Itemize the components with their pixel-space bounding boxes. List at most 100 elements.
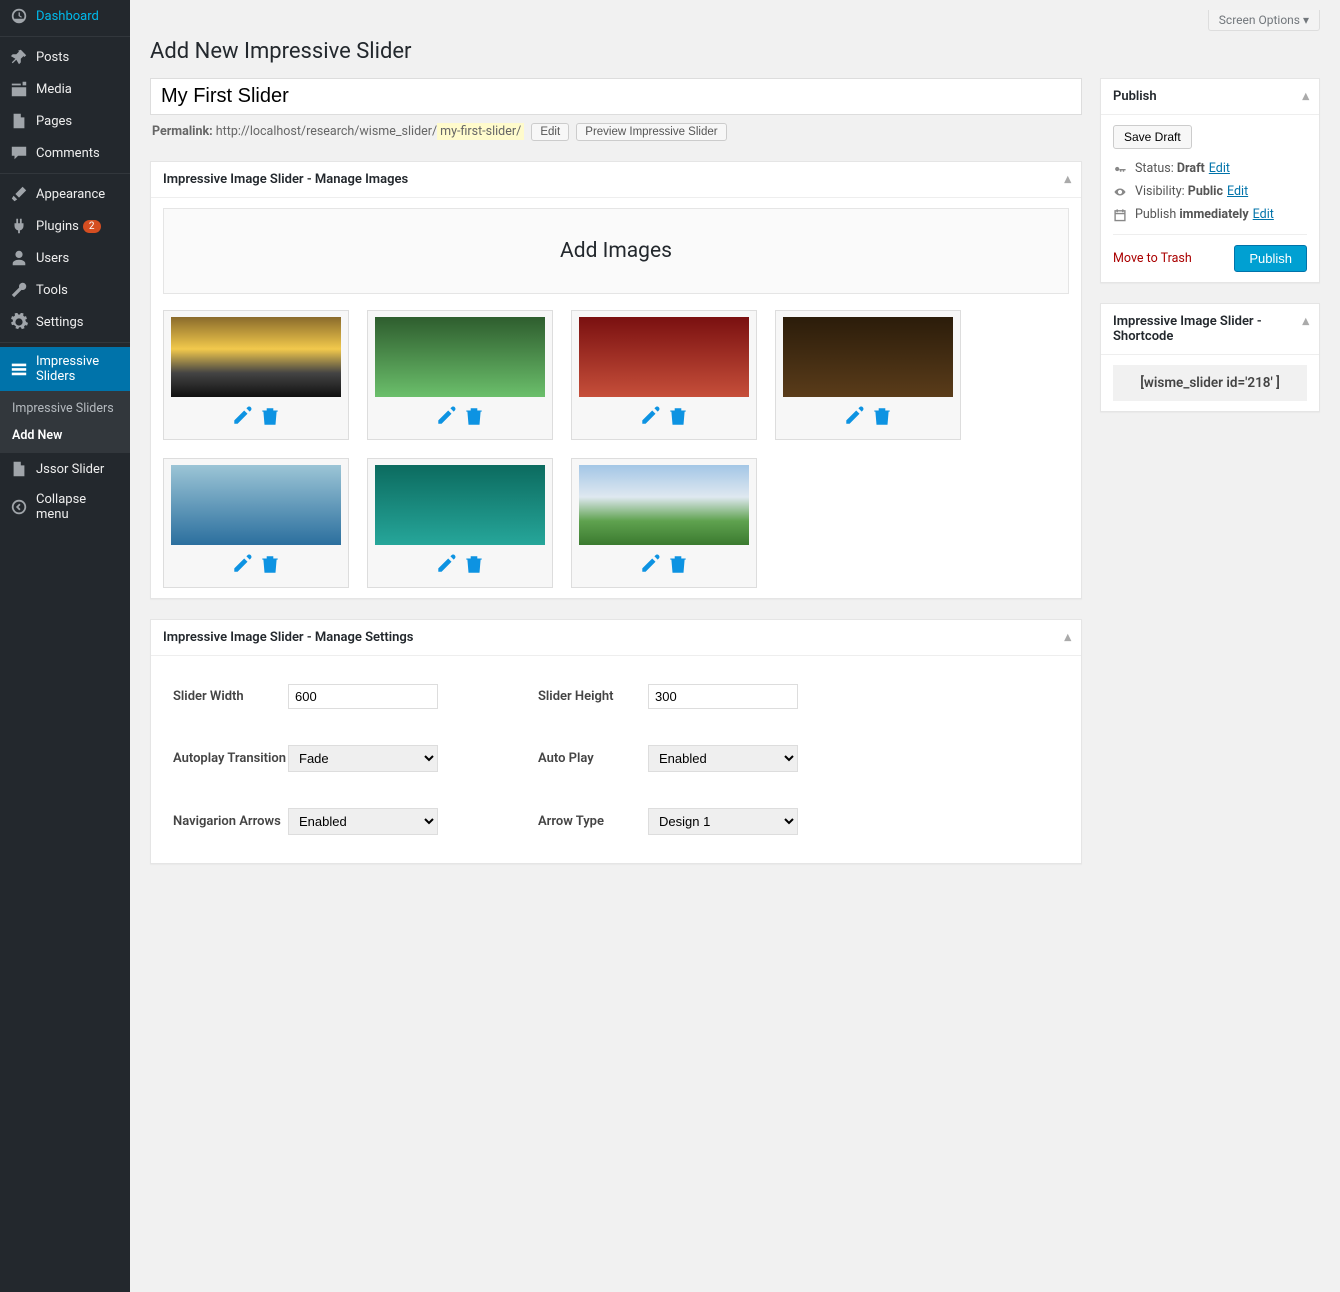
sidebar-item-plugins[interactable]: Plugins2 bbox=[0, 210, 130, 242]
calendar-icon bbox=[1113, 208, 1127, 222]
publish-box: Publish ▴ Save Draft Status: Draft Edit V… bbox=[1100, 78, 1320, 283]
publish-button[interactable]: Publish bbox=[1234, 245, 1307, 272]
thumbnail-grid bbox=[163, 310, 1069, 588]
page-title: Add New Impressive Slider bbox=[150, 31, 1320, 78]
delete-image-button[interactable] bbox=[259, 405, 281, 427]
visibility-row: Visibility: Public Edit bbox=[1113, 180, 1307, 203]
sliders-icon bbox=[10, 360, 28, 378]
eye-icon bbox=[1113, 185, 1127, 199]
arrow-type-select[interactable]: Design 1 bbox=[648, 808, 798, 835]
sidebar-item-posts[interactable]: Posts bbox=[0, 41, 130, 73]
sidebar-item-tools[interactable]: Tools bbox=[0, 274, 130, 306]
slider-title-input[interactable] bbox=[150, 78, 1082, 115]
shortcode-box-panel: Impressive Image Slider - Shortcode▴ [wi… bbox=[1100, 303, 1320, 412]
collapse-icon[interactable]: ▴ bbox=[1302, 89, 1309, 104]
thumbnail-card bbox=[367, 310, 553, 440]
page-icon bbox=[10, 112, 28, 130]
thumbnail-image bbox=[171, 465, 341, 545]
status-row: Status: Draft Edit bbox=[1113, 157, 1307, 180]
delete-image-button[interactable] bbox=[463, 553, 485, 575]
thumbnail-image bbox=[171, 317, 341, 397]
brush-icon bbox=[10, 185, 28, 203]
setting-label: Arrow Type bbox=[538, 814, 648, 829]
edit-image-button[interactable] bbox=[435, 553, 457, 575]
sidebar-item-impressive-sliders[interactable]: Impressive Sliders bbox=[0, 347, 130, 391]
collapse-icon bbox=[10, 498, 28, 516]
thumbnail-image bbox=[579, 465, 749, 545]
thumbnail-card bbox=[163, 310, 349, 440]
wrench-icon bbox=[10, 281, 28, 299]
permalink-edit-button[interactable]: Edit bbox=[531, 123, 569, 141]
collapse-icon[interactable]: ▴ bbox=[1302, 314, 1309, 329]
collapse-icon[interactable]: ▴ bbox=[1064, 630, 1071, 645]
user-icon bbox=[10, 249, 28, 267]
manage-images-box: Impressive Image Slider - Manage Images … bbox=[150, 161, 1082, 599]
sidebar-subitem-impressive-sliders[interactable]: Impressive Sliders bbox=[0, 395, 130, 422]
add-images-button[interactable]: Add Images bbox=[163, 208, 1069, 294]
key-icon bbox=[1113, 162, 1127, 176]
edit-image-button[interactable] bbox=[639, 405, 661, 427]
delete-image-button[interactable] bbox=[463, 405, 485, 427]
pin-icon bbox=[10, 48, 28, 66]
sidebar-item-media[interactable]: Media bbox=[0, 73, 130, 105]
collapse-icon[interactable]: ▴ bbox=[1064, 172, 1071, 187]
setting-label: Autoplay Transition bbox=[173, 751, 288, 766]
manage-settings-heading: Impressive Image Slider - Manage Setting… bbox=[151, 620, 1081, 656]
setting-label: Slider Width bbox=[173, 689, 288, 704]
plug-icon bbox=[10, 217, 28, 235]
sidebar-item-settings[interactable]: Settings bbox=[0, 306, 130, 338]
page-icon bbox=[10, 460, 28, 478]
schedule-row: Publish immediately Edit bbox=[1113, 203, 1307, 226]
edit-visibility-link[interactable]: Edit bbox=[1227, 184, 1248, 199]
dashboard-icon bbox=[10, 7, 28, 25]
autoplay-transition-select[interactable]: Fade bbox=[288, 745, 438, 772]
sidebar-item-appearance[interactable]: Appearance bbox=[0, 178, 130, 210]
delete-image-button[interactable] bbox=[667, 553, 689, 575]
thumbnail-image bbox=[579, 317, 749, 397]
edit-image-button[interactable] bbox=[843, 405, 865, 427]
thumbnail-card bbox=[571, 310, 757, 440]
auto-play-select[interactable]: Enabled bbox=[648, 745, 798, 772]
screen-options-toggle[interactable]: Screen Options bbox=[1208, 10, 1320, 31]
admin-sidebar: Dashboard PostsMediaPagesComments Appearan… bbox=[0, 0, 130, 1292]
trash-link[interactable]: Move to Trash bbox=[1113, 251, 1192, 266]
manage-images-heading: Impressive Image Slider - Manage Images … bbox=[151, 162, 1081, 198]
edit-image-button[interactable] bbox=[231, 405, 253, 427]
edit-schedule-link[interactable]: Edit bbox=[1253, 207, 1274, 222]
sidebar-item-dashboard[interactable]: Dashboard bbox=[0, 0, 130, 32]
navigarion-arrows-select[interactable]: Enabled bbox=[288, 808, 438, 835]
thumbnail-card bbox=[571, 458, 757, 588]
save-draft-button[interactable]: Save Draft bbox=[1113, 125, 1192, 149]
sidebar-item-collapse-menu[interactable]: Collapse menu bbox=[0, 485, 130, 529]
comment-icon bbox=[10, 144, 28, 162]
permalink-row: Permalink: http://localhost/research/wis… bbox=[150, 115, 1082, 161]
edit-image-button[interactable] bbox=[435, 405, 457, 427]
setting-label: Navigarion Arrows bbox=[173, 814, 288, 829]
sidebar-item-pages[interactable]: Pages bbox=[0, 105, 130, 137]
slider-width-input[interactable] bbox=[288, 684, 438, 709]
delete-image-button[interactable] bbox=[871, 405, 893, 427]
thumbnail-card bbox=[163, 458, 349, 588]
thumbnail-card bbox=[367, 458, 553, 588]
thumbnail-card bbox=[775, 310, 961, 440]
thumbnail-image bbox=[783, 317, 953, 397]
sidebar-item-jssor-slider[interactable]: Jssor Slider bbox=[0, 453, 130, 485]
delete-image-button[interactable] bbox=[667, 405, 689, 427]
manage-settings-box: Impressive Image Slider - Manage Setting… bbox=[150, 619, 1082, 864]
edit-image-button[interactable] bbox=[231, 553, 253, 575]
thumbnail-image bbox=[375, 317, 545, 397]
setting-label: Slider Height bbox=[538, 689, 648, 704]
sidebar-item-users[interactable]: Users bbox=[0, 242, 130, 274]
slider-height-input[interactable] bbox=[648, 684, 798, 709]
thumbnail-image bbox=[375, 465, 545, 545]
gear-icon bbox=[10, 313, 28, 331]
edit-image-button[interactable] bbox=[639, 553, 661, 575]
setting-label: Auto Play bbox=[538, 751, 648, 766]
sidebar-item-comments[interactable]: Comments bbox=[0, 137, 130, 169]
edit-status-link[interactable]: Edit bbox=[1209, 161, 1230, 176]
preview-slider-button[interactable]: Preview Impressive Slider bbox=[576, 123, 726, 141]
shortcode-text: [wisme_slider id='218' ] bbox=[1113, 365, 1307, 401]
sidebar-subitem-add-new[interactable]: Add New bbox=[0, 422, 130, 449]
media-icon bbox=[10, 80, 28, 98]
delete-image-button[interactable] bbox=[259, 553, 281, 575]
